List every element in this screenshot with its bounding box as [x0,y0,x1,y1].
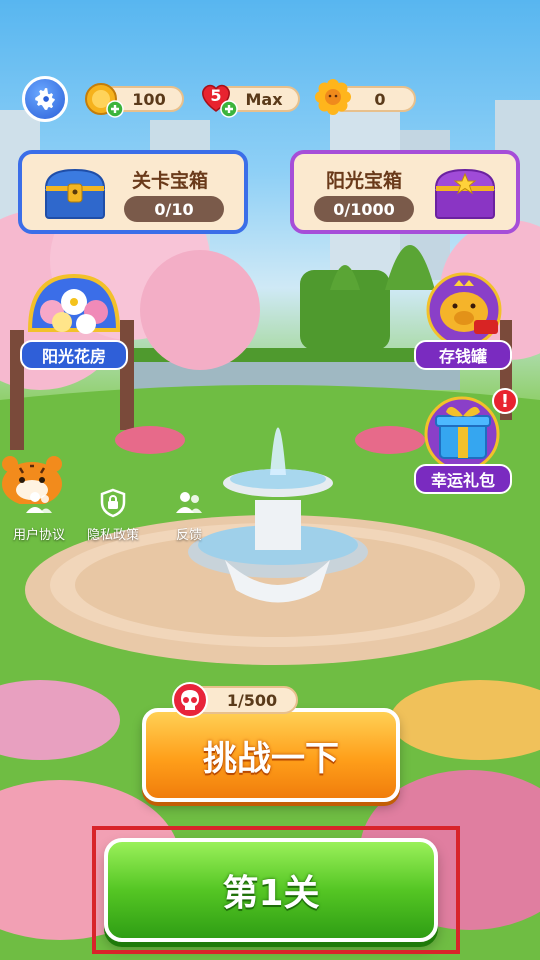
users-icon [22,486,56,520]
gift-alert-badge: ! [492,388,518,414]
add-coins-button[interactable] [106,100,124,118]
user-agreement-link[interactable]: 用户协议 [4,486,74,543]
piggy-bank-icon [426,272,502,348]
challenge-button[interactable]: 挑战一下 [142,708,400,802]
users-feedback-icon [172,486,206,520]
sun-chest-progress: 0/1000 [314,196,414,222]
privacy-policy-label: 隐私政策 [86,528,139,543]
gear-icon [35,88,55,110]
level-chest-progress: 0/10 [124,196,224,222]
sun-chest-panel[interactable]: 阳光宝箱 0/1000 [290,150,520,234]
feedback-label: 反馈 [175,528,202,543]
level-chest-panel[interactable]: 关卡宝箱 0/10 [18,150,248,234]
shield-lock-icon [96,486,130,520]
blue-chest-icon [44,168,106,219]
flower-house-button[interactable]: 阳光花房 [20,270,128,374]
lucky-gift-label: 幸运礼包 [414,464,512,494]
purple-chest-icon [434,168,496,219]
privacy-policy-link[interactable]: 隐私政策 [78,486,148,543]
user-agreement-label: 用户协议 [12,528,65,543]
skull-icon [172,682,208,718]
piggy-bank-label: 存钱罐 [414,340,512,370]
settings-button[interactable] [22,76,68,122]
lucky-gift-button[interactable]: ! 幸运礼包 [414,388,518,496]
level-chest-title: 关卡宝箱 [132,170,209,192]
sun-chest-title: 阳光宝箱 [326,170,403,192]
highlight-frame [92,826,460,954]
challenge-label: 挑战一下 [203,738,339,779]
lives-value: Max [245,89,283,109]
flower-house-label: 阳光花房 [20,340,128,370]
coins-value: 100 [132,89,166,109]
challenge-count: 1/500 [226,690,278,710]
piggy-bank-button[interactable]: 存钱罐 [414,272,514,372]
sun-value: 0 [374,89,386,109]
flower-basket-icon [27,273,121,334]
sunflower-icon [314,78,352,116]
add-lives-button[interactable] [220,100,238,118]
feedback-link[interactable]: 反馈 [154,486,224,543]
game-screen: 100 Max 5 0 关卡宝箱 0/10 阳光宝箱 0/1000 阳光花房 存… [0,0,540,960]
